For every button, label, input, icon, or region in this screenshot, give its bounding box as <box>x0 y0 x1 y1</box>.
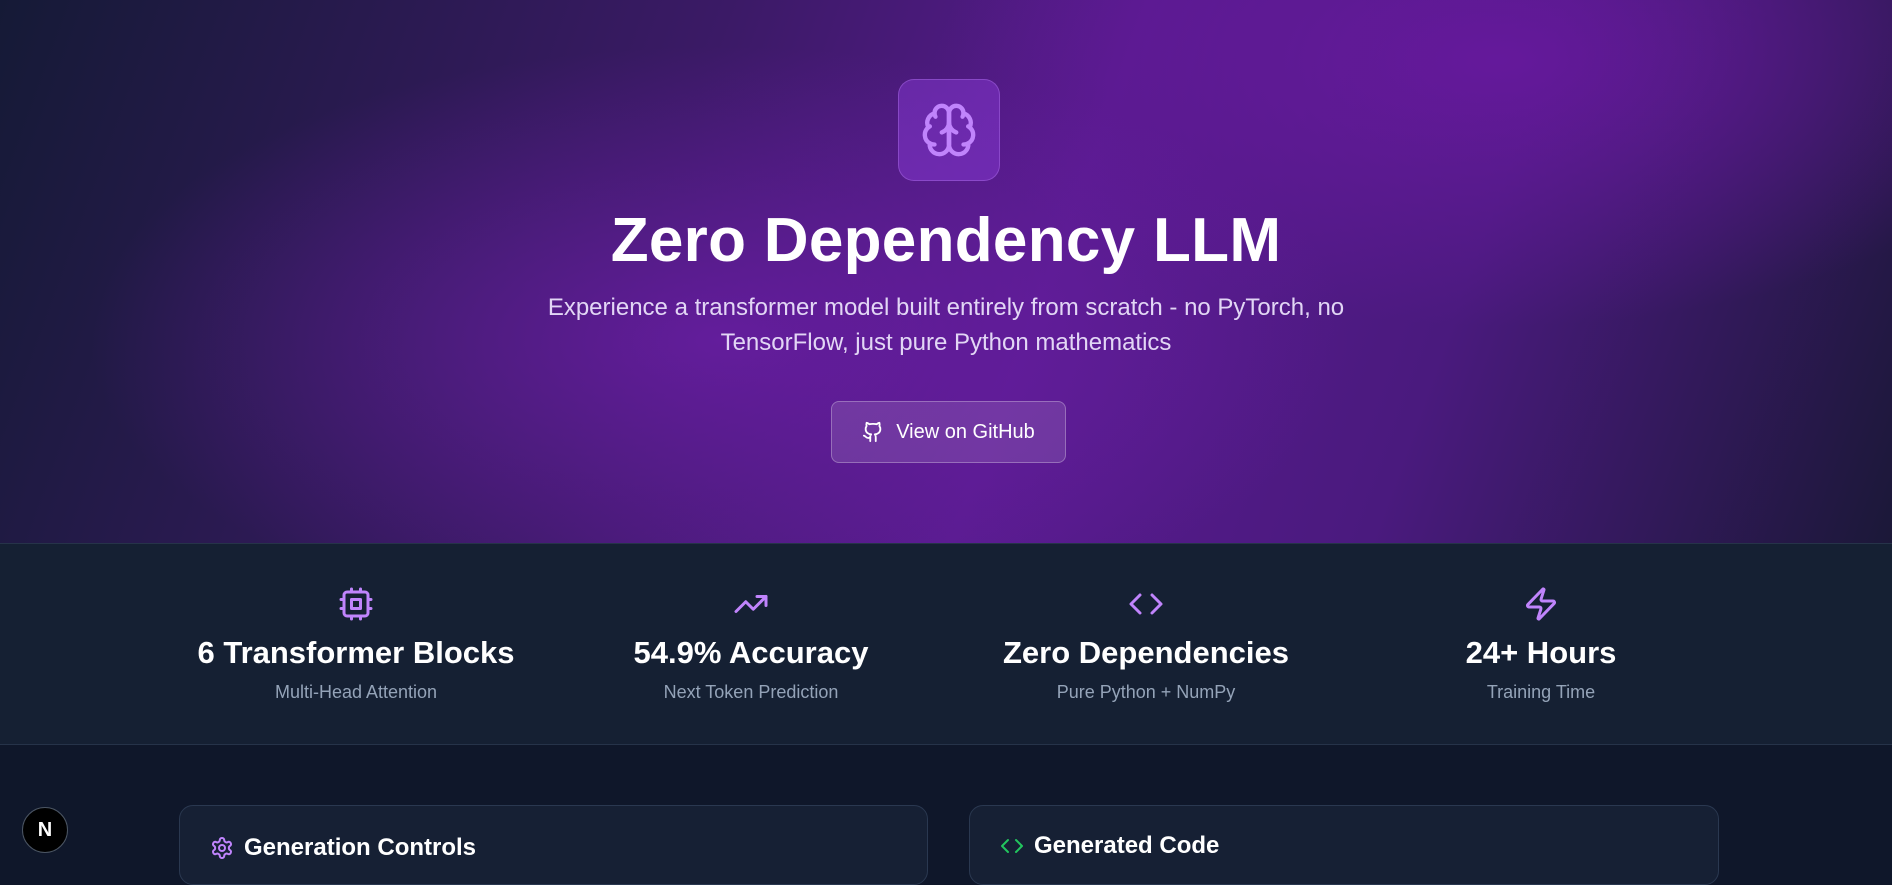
nextjs-logo-letter: N <box>37 818 53 841</box>
zap-icon <box>1526 587 1556 621</box>
stats-bar: 6 Transformer Blocks Multi-Head Attentio… <box>0 543 1892 745</box>
trending-up-icon <box>734 595 768 613</box>
stat-dependencies: Zero Dependencies Pure Python + NumPy <box>956 544 1336 746</box>
generated-code-panel: Generated Code <box>969 805 1719 885</box>
stat-label: Next Token Prediction <box>663 682 839 702</box>
hero-logo-tile <box>898 79 1000 181</box>
settings-icon <box>212 837 232 859</box>
brain-icon <box>922 103 976 157</box>
github-button-label: View on GitHub <box>896 420 1035 443</box>
generated-code-header: Generated Code <box>1000 832 1219 860</box>
generation-controls-panel: Generation Controls <box>179 805 928 885</box>
stat-value: 54.9% Accuracy <box>633 635 869 670</box>
stat-training-time: 24+ Hours Training Time <box>1351 544 1731 746</box>
generation-controls-header: Generation Controls <box>210 834 476 862</box>
generated-code-title: Generated Code <box>1034 832 1220 859</box>
stat-value: Zero Dependencies <box>1003 635 1289 670</box>
generation-controls-title: Generation Controls <box>244 834 477 861</box>
stat-label: Multi-Head Attention <box>274 682 438 702</box>
code-icon <box>1129 593 1163 615</box>
stat-transformer-blocks: 6 Transformer Blocks Multi-Head Attentio… <box>166 544 546 746</box>
hero-subtitle: Experience a transformer model built ent… <box>547 294 1345 356</box>
view-on-github-button[interactable]: View on GitHub <box>831 401 1066 463</box>
stat-value: 24+ Hours <box>1465 635 1617 670</box>
github-icon <box>863 421 882 443</box>
code-icon <box>1001 839 1023 853</box>
stat-accuracy: 54.9% Accuracy Next Token Prediction <box>561 544 941 746</box>
stat-label: Pure Python + NumPy <box>1056 682 1236 702</box>
stat-label: Training Time <box>1486 682 1596 702</box>
page-title: Zero Dependency LLM <box>610 206 1282 275</box>
hero-section: Zero Dependency LLM Experience a transfo… <box>0 0 1892 543</box>
stat-value: 6 Transformer Blocks <box>197 635 515 670</box>
nextjs-dev-badge[interactable]: N <box>22 807 68 853</box>
cpu-icon <box>339 587 373 621</box>
